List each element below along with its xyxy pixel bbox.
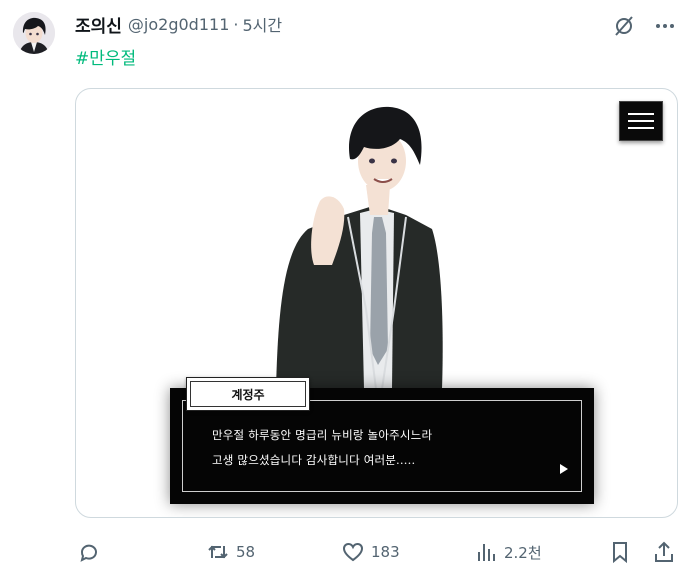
reply-icon [80,544,97,562]
dialog-frame [182,400,582,492]
header-separator: · [233,14,239,34]
tweet-header: 조의신 @jo2g0d111 · 5시간 [75,12,282,37]
hashtag-link[interactable]: #만우절 [75,44,136,69]
menu-icon[interactable] [619,101,663,141]
view-count: 2.2천 [504,543,542,562]
reply-button[interactable] [77,540,107,564]
like-count: 183 [371,543,400,561]
grok-icon[interactable] [611,14,637,38]
speaker-name: 계정주 [190,381,306,407]
bookmark-button[interactable] [608,540,632,564]
retweet-icon [208,545,228,559]
more-icon[interactable] [652,14,678,38]
avatar[interactable] [13,12,55,54]
author-handle[interactable]: @jo2g0d111 [128,15,229,34]
avatar-image [13,12,55,54]
retweet-button[interactable]: 58 [206,540,255,564]
like-button[interactable]: 183 [341,540,400,564]
dialog-line-1: 만우절 하루동안 명급리 뉴비랑 놀아주시느라 [212,428,433,442]
share-icon [655,541,673,562]
retweet-count: 58 [236,543,256,561]
speaker-name-plate: 계정주 [186,377,310,411]
media-card[interactable]: 만우절 하루동안 명급리 뉴비랑 놀아주시느라 고생 많으셨습니다 감사합니다 … [75,88,678,518]
share-button[interactable] [652,540,676,564]
next-arrow-icon [560,464,568,474]
author-display-name[interactable]: 조의신 [75,12,122,37]
bookmark-icon [613,542,627,564]
views-icon [478,544,495,561]
views-button[interactable]: 2.2천 [474,540,542,564]
like-icon [342,542,364,562]
tweet-timestamp[interactable]: 5시간 [242,12,282,36]
dialog-line-2: 고생 많으셨습니다 감사합니다 여러분..... [212,453,416,467]
